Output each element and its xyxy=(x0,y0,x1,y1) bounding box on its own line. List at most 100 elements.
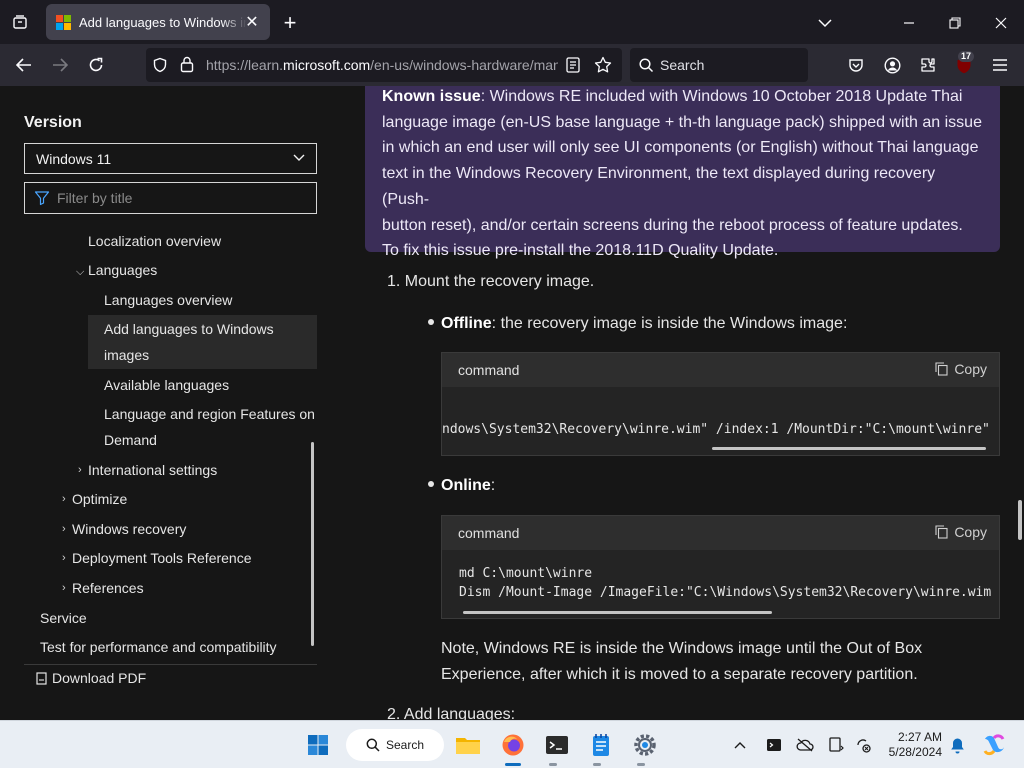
tab-title: Add languages to Windows images xyxy=(79,14,247,30)
copy-label: Copy xyxy=(954,524,987,540)
alert-line2: language image (en-US base language + th… xyxy=(382,113,982,131)
toc-scrollbar[interactable] xyxy=(311,442,314,646)
toc-item-available-languages[interactable]: Available languages xyxy=(104,373,229,399)
alert-line4: text in the Windows Recovery Environment… xyxy=(382,165,936,208)
start-windows-icon[interactable] xyxy=(302,729,334,761)
extension-count-badge: 17 xyxy=(958,51,975,62)
note-line2: Experience, after which it is moved to a… xyxy=(441,666,918,683)
code-language-label: command xyxy=(458,525,520,541)
taskbar-clock[interactable]: 2:27 AM 5/28/2024 xyxy=(878,730,942,760)
file-explorer-icon[interactable] xyxy=(452,729,484,761)
step-1-text: 1. Mount the recovery image. xyxy=(387,273,595,290)
copy-icon xyxy=(935,525,948,539)
note-line1: Note, Windows RE is inside the Windows i… xyxy=(441,640,923,657)
download-pdf-label: Download PDF xyxy=(52,670,147,686)
bookmark-star-icon[interactable] xyxy=(594,56,612,79)
caret-right-icon[interactable]: › xyxy=(62,523,66,535)
list-all-tabs-chevron-icon[interactable] xyxy=(812,10,838,36)
web-search-box[interactable]: Search xyxy=(630,48,808,82)
toc-item-deployment-tools-reference[interactable]: Deployment Tools Reference xyxy=(72,546,252,572)
firefox-icon[interactable] xyxy=(497,729,529,761)
page-scrollbar[interactable] xyxy=(1018,500,1022,540)
copy-button[interactable]: Copy xyxy=(935,361,987,377)
known-issue-callout: Known issue: Windows RE included with Wi… xyxy=(365,86,1000,259)
search-icon xyxy=(366,738,380,755)
tab-strip: Add languages to Windows images ✕ + xyxy=(0,0,1024,44)
caret-expanded-icon[interactable]: ⌵ xyxy=(76,266,84,279)
copy-icon xyxy=(935,362,948,376)
show-hidden-icons-chevron-up-icon[interactable] xyxy=(725,729,755,761)
toc-item-languages[interactable]: Languages xyxy=(88,258,157,284)
caret-right-icon[interactable]: › xyxy=(62,582,66,594)
code-horizontal-scrollbar[interactable] xyxy=(712,447,986,450)
alert-line1: : Windows RE included with Windows 10 Oc… xyxy=(480,88,963,105)
offline-code-block: command Copy ndows\System32\Recovery\win… xyxy=(441,352,1000,456)
clock-time: 2:27 AM xyxy=(897,730,942,744)
toc-item-service[interactable]: Service xyxy=(40,606,87,632)
display-icon[interactable] xyxy=(821,729,851,761)
article-content: Known issue: Windows RE included with Wi… xyxy=(340,86,1024,720)
new-tab-icon[interactable]: + xyxy=(277,10,303,36)
toc-item-windows-recovery[interactable]: Windows recovery xyxy=(72,517,186,543)
toc-item-international-settings[interactable]: International settings xyxy=(88,458,217,484)
search-placeholder: Search xyxy=(660,57,705,73)
notepad-icon[interactable] xyxy=(585,729,617,761)
pocket-icon[interactable] xyxy=(842,51,870,79)
online-bullet: Online: xyxy=(428,477,495,495)
download-pdf-link[interactable]: Download PDF xyxy=(36,670,146,686)
online-code-block: command Copy md C:\mount\winre Dism /Mou… xyxy=(441,515,1000,619)
active-tab[interactable]: Add languages to Windows images ✕ xyxy=(46,4,270,40)
close-tab-icon[interactable]: ✕ xyxy=(242,12,262,32)
url-text[interactable]: https://learn.microsoft.com/en-us/window… xyxy=(206,48,558,82)
terminal-icon[interactable] xyxy=(541,729,573,761)
toc-sidebar: Version Windows 11 Filter by title Local… xyxy=(0,86,340,720)
tab-list-icon[interactable] xyxy=(6,8,34,36)
toc-item-language-region-fod[interactable]: Language and region Features on Demand xyxy=(104,402,315,453)
sidebar-divider xyxy=(24,664,317,665)
version-dropdown[interactable]: Windows 11 xyxy=(24,143,317,174)
copilot-icon[interactable] xyxy=(978,729,1010,761)
reader-view-icon[interactable] xyxy=(566,57,580,78)
lock-icon[interactable] xyxy=(180,56,194,78)
taskbar-search-button[interactable]: Search xyxy=(346,729,444,761)
version-selected-value: Windows 11 xyxy=(36,150,112,167)
filter-placeholder: Filter by title xyxy=(57,190,133,206)
caret-right-icon[interactable]: › xyxy=(78,464,82,476)
onedrive-offline-icon[interactable] xyxy=(790,729,820,761)
code-language-label: command xyxy=(458,362,520,378)
menu-hamburger-icon[interactable] xyxy=(986,51,1014,79)
minimize-icon[interactable] xyxy=(896,10,922,36)
filter-by-title-input[interactable]: Filter by title xyxy=(24,182,317,214)
forward-arrow-icon[interactable] xyxy=(46,51,74,79)
address-bar[interactable]: https://learn.microsoft.com/en-us/window… xyxy=(146,48,622,82)
alert-line6: To fix this issue pre-install the 2018.1… xyxy=(382,242,779,260)
toc-item-references[interactable]: References xyxy=(72,576,144,602)
filter-funnel-icon xyxy=(34,190,50,211)
chevron-down-icon xyxy=(292,150,306,167)
settings-gear-icon[interactable] xyxy=(629,729,661,761)
toc-item-add-languages-selected[interactable]: Add languages to Windows images xyxy=(88,315,317,369)
caret-right-icon[interactable]: › xyxy=(62,552,66,564)
back-arrow-icon[interactable] xyxy=(10,51,38,79)
reload-icon[interactable] xyxy=(82,51,110,79)
toc-item-localization-overview[interactable]: Localization overview xyxy=(88,229,221,255)
known-issue-label: Known issue xyxy=(382,88,481,105)
notification-bell-icon[interactable] xyxy=(944,729,970,761)
clock-date: 5/28/2024 xyxy=(888,745,942,759)
close-window-icon[interactable] xyxy=(988,10,1014,36)
restore-icon[interactable] xyxy=(942,10,968,36)
notepad-running-indicator xyxy=(593,763,601,766)
copy-button[interactable]: Copy xyxy=(935,524,987,540)
network-settings-icon[interactable] xyxy=(848,729,878,761)
toc-item-optimize[interactable]: Optimize xyxy=(72,487,127,513)
extensions-icon[interactable] xyxy=(914,51,942,79)
toc-item-test-performance[interactable]: Test for performance and compatibility xyxy=(40,635,277,661)
code-horizontal-scrollbar[interactable] xyxy=(463,611,772,614)
toc-item-languages-overview[interactable]: Languages overview xyxy=(104,288,232,314)
tracking-shield-icon[interactable] xyxy=(152,57,168,78)
caret-right-icon[interactable]: › xyxy=(62,493,66,505)
account-icon[interactable] xyxy=(878,51,906,79)
tray-terminal-icon[interactable] xyxy=(759,729,789,761)
firefox-active-indicator xyxy=(505,763,521,766)
taskbar-search-label: Search xyxy=(386,738,425,752)
